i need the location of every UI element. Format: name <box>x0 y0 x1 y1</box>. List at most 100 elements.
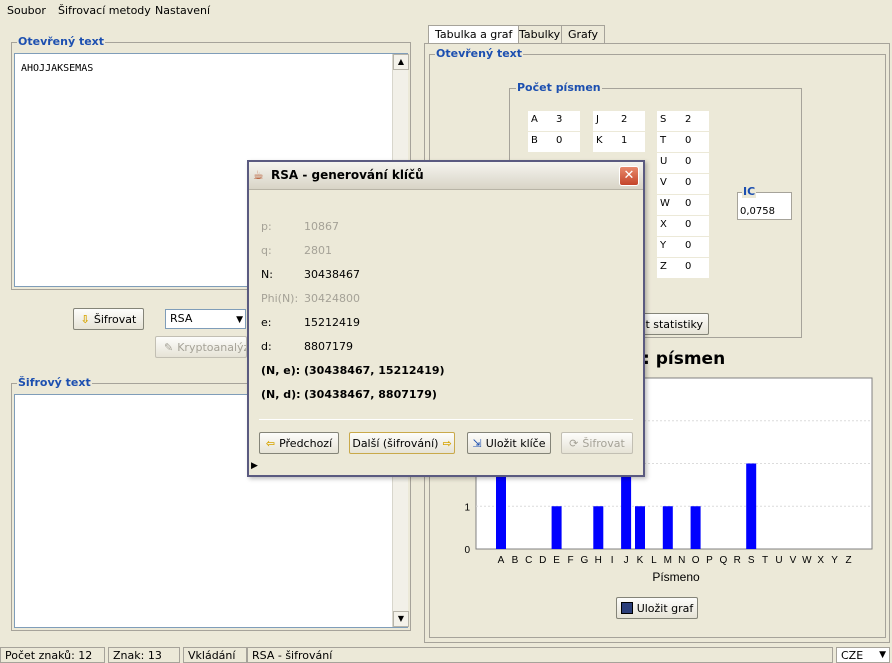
menu-nastaveni[interactable]: Nastavení <box>155 4 210 17</box>
status-cipher: RSA - šifrování <box>247 647 833 663</box>
letter-name: K <box>596 135 603 146</box>
key-value: (30438467, 8807179) <box>304 388 437 401</box>
next-button[interactable]: Další (šifrování) ⇨ <box>349 432 455 454</box>
letter-cell: S2 <box>657 111 709 131</box>
lock-arrows-icon: ⟳ <box>569 436 579 450</box>
encrypt-button[interactable]: ⇩ Šifrovat <box>73 308 144 330</box>
letter-cell: U0 <box>657 153 709 173</box>
bar-S <box>746 463 757 549</box>
x-tick-label: J <box>624 555 629 566</box>
letter-count: 0 <box>685 219 692 230</box>
arrow-right-icon: ⇨ <box>442 436 452 450</box>
bar-H <box>593 506 604 549</box>
letter-name: B <box>531 135 538 146</box>
x-tick-label: P <box>706 555 713 566</box>
right-plaintext-legend: Otevřený text <box>435 47 524 60</box>
status-char-count: Počet znaků: 12 <box>0 647 105 663</box>
save-keys-button[interactable]: ⇲ Uložit klíče <box>467 432 551 454</box>
letter-count: 0 <box>685 261 692 272</box>
save-keys-button-label: Uložit klíče <box>485 436 546 450</box>
status-char: Znak: 13 <box>108 647 180 663</box>
cryptanalysis-button-label: Kryptoanalýza <box>177 340 246 354</box>
menu-soubor[interactable]: Soubor <box>7 4 46 17</box>
prev-button[interactable]: ⇦ Předchozí <box>259 432 339 454</box>
resize-corner-icon: ▶ <box>251 461 258 471</box>
letter-count: 2 <box>621 114 628 125</box>
method-select[interactable]: RSA ▼ <box>165 309 246 329</box>
letter-count: 0 <box>685 240 692 251</box>
java-cup-icon: ☕ <box>253 168 264 182</box>
x-tick-label: E <box>553 555 560 566</box>
cryptanalysis-button[interactable]: ✎ Kryptoanalýza <box>155 336 247 358</box>
chevron-down-icon[interactable]: ▼ <box>879 650 886 660</box>
key-value: 10867 <box>304 220 339 233</box>
method-select-value: RSA <box>170 312 193 325</box>
letter-count: 1 <box>621 135 628 146</box>
tab-tabulky[interactable]: Tabulky <box>512 25 568 43</box>
key-value: 15212419 <box>304 316 360 329</box>
letter-count: 3 <box>556 114 563 125</box>
key-value: 30424800 <box>304 292 360 305</box>
letter-count: 0 <box>685 177 692 188</box>
save-keys-icon: ⇲ <box>472 436 482 450</box>
letter-cell: V0 <box>657 174 709 194</box>
language-select-value: CZE <box>841 649 864 662</box>
letter-count: 0 <box>685 198 692 209</box>
letter-cell: A3 <box>528 111 580 131</box>
letter-name: U <box>660 156 668 167</box>
x-tick-label: I <box>611 555 614 566</box>
x-tick-label: X <box>817 555 824 566</box>
key-label: e: <box>261 316 272 329</box>
x-tick-label: T <box>762 555 768 566</box>
dialog-titlebar[interactable]: ☕ RSA - generování klíčů ✕ <box>249 162 643 190</box>
letter-count: 0 <box>685 135 692 146</box>
bar-E <box>551 506 562 549</box>
letter-count: 2 <box>685 114 692 125</box>
close-icon[interactable]: ✕ <box>619 166 639 186</box>
prev-button-label: Předchozí <box>279 436 333 450</box>
letter-count-legend: Počet písmen <box>516 81 602 94</box>
x-tick-label: R <box>734 555 741 566</box>
key-label: p: <box>261 220 272 233</box>
y-tick-label: 1 <box>464 502 470 513</box>
x-tick-label: K <box>637 555 644 566</box>
y-tick-label: 0 <box>464 545 470 556</box>
x-tick-label: F <box>567 555 573 566</box>
letter-name: J <box>596 114 599 125</box>
x-tick-label: D <box>539 555 546 566</box>
ic-value: 0,0758 <box>740 206 775 217</box>
plaintext-legend: Otevřený text <box>17 35 106 48</box>
scroll-down-icon[interactable]: ▼ <box>393 611 409 627</box>
letter-name: T <box>660 135 667 146</box>
bar-O <box>690 506 701 549</box>
x-tick-label: W <box>802 555 812 566</box>
key-value: 2801 <box>304 244 332 257</box>
key-label: Phi(N): <box>261 292 299 305</box>
dialog-divider <box>259 419 633 420</box>
tab-tabulka-a-graf[interactable]: Tabulka a graf <box>428 25 520 43</box>
x-tick-label: B <box>512 555 519 566</box>
letter-cell: T0 <box>657 132 709 152</box>
key-label: d: <box>261 340 272 353</box>
x-tick-label: Z <box>845 555 851 566</box>
key-label: (N, d): <box>261 388 301 401</box>
menu-bar: Soubor Šifrovací metody Nastavení <box>0 0 892 22</box>
tab-grafy[interactable]: Grafy <box>561 25 605 43</box>
save-graph-button[interactable]: Uložit graf <box>616 597 698 619</box>
letter-count: 0 <box>685 156 692 167</box>
dialog-encrypt-button[interactable]: ⟳ Šifrovat <box>561 432 633 454</box>
language-select[interactable]: CZE ▼ <box>836 647 890 663</box>
letter-name: A <box>531 114 538 125</box>
x-axis-label: Písmeno <box>652 570 700 584</box>
key-value: (30438467, 15212419) <box>304 364 445 377</box>
letter-name: Z <box>660 261 667 272</box>
letter-name: W <box>660 198 670 209</box>
chevron-down-icon[interactable]: ▼ <box>236 315 243 325</box>
x-tick-label: C <box>525 555 532 566</box>
menu-sifrovaci-metody[interactable]: Šifrovací metody <box>58 4 151 17</box>
scroll-up-icon[interactable]: ▲ <box>393 54 409 70</box>
letter-cell: K1 <box>593 132 645 152</box>
key-label: N: <box>261 268 273 281</box>
letter-name: S <box>660 114 667 125</box>
letter-cell: X0 <box>657 216 709 236</box>
